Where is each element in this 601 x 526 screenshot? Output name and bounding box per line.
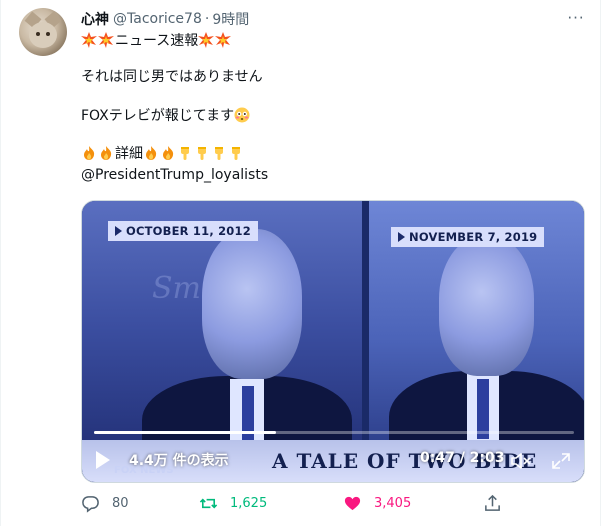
more-options-button[interactable]: ··· bbox=[567, 9, 585, 27]
heart-icon bbox=[344, 496, 361, 511]
play-icon[interactable] bbox=[96, 451, 110, 469]
reply-button[interactable]: 80 bbox=[81, 494, 129, 513]
tweet-header: 心神 @Tacorice78 · 9時間 bbox=[81, 9, 249, 29]
tweet-card[interactable]: 心神 @Tacorice78 · 9時間 ··· ニュース速報 それは同じ男では… bbox=[0, 0, 601, 526]
video-progress-bar[interactable] bbox=[94, 431, 574, 434]
like-count: 3,405 bbox=[374, 496, 412, 511]
video-player[interactable]: Sma OCTOBER 11, 2012 NOVEMBER 7, 2019 A … bbox=[81, 200, 585, 483]
video-time: 0:47 / 2:03 bbox=[420, 450, 505, 466]
mention-link[interactable]: @PresidentTrump_loyalists bbox=[81, 167, 268, 183]
tweet-line-2: それは同じ男ではありません bbox=[81, 68, 263, 87]
collision-emoji-icon bbox=[215, 32, 232, 48]
video-progress-fill bbox=[94, 431, 277, 434]
detail-text: 詳細 bbox=[115, 146, 143, 162]
user-handle[interactable]: @Tacorice78 bbox=[113, 11, 202, 27]
fire-emoji-icon bbox=[101, 146, 112, 160]
reply-icon bbox=[82, 496, 99, 513]
tweet-actions: 80 1,625 3,405 bbox=[81, 494, 591, 516]
point-down-emoji-icon bbox=[181, 147, 189, 160]
collision-emoji-icon bbox=[198, 32, 215, 48]
reply-count: 80 bbox=[112, 496, 129, 511]
share-button[interactable] bbox=[483, 494, 514, 513]
fullscreen-icon[interactable] bbox=[550, 451, 572, 471]
flushed-face-emoji-icon bbox=[234, 107, 250, 123]
fire-emoji-icon bbox=[163, 146, 174, 160]
tweet-line-4: 詳細 bbox=[81, 145, 245, 164]
point-down-emoji-icon bbox=[215, 147, 223, 160]
headline-text: ニュース速報 bbox=[115, 33, 199, 49]
collision-emoji-icon bbox=[98, 32, 114, 48]
avatar[interactable] bbox=[19, 8, 67, 56]
point-down-emoji-icon bbox=[232, 147, 240, 160]
like-button[interactable]: 3,405 bbox=[343, 494, 411, 513]
collision-emoji-icon bbox=[81, 32, 97, 48]
fire-emoji-icon bbox=[84, 146, 95, 160]
separator-dot: · bbox=[204, 11, 210, 27]
more-icon: ··· bbox=[567, 9, 585, 27]
left-date-tag: OCTOBER 11, 2012 bbox=[108, 221, 258, 241]
fire-emoji-icon bbox=[146, 146, 157, 160]
tweet-line-5: @PresidentTrump_loyalists bbox=[81, 166, 268, 185]
right-date-label: NOVEMBER 7, 2019 bbox=[409, 230, 538, 244]
retweet-button[interactable]: 1,625 bbox=[199, 494, 267, 513]
retweet-icon bbox=[199, 498, 218, 509]
tweet-text: FOXテレビが報じてます bbox=[81, 108, 235, 124]
view-count: 4.4万 件の表示 bbox=[129, 453, 229, 469]
display-name[interactable]: 心神 bbox=[81, 9, 109, 29]
tweet-line-3: FOXテレビが報じてます bbox=[81, 107, 251, 126]
left-date-label: OCTOBER 11, 2012 bbox=[126, 224, 251, 238]
share-icon bbox=[485, 494, 500, 511]
tweet-line-1: ニュース速報 bbox=[81, 32, 232, 51]
timestamp[interactable]: 9時間 bbox=[212, 9, 249, 29]
volume-muted-icon[interactable] bbox=[510, 451, 532, 471]
right-date-tag: NOVEMBER 7, 2019 bbox=[391, 227, 545, 247]
retweet-count: 1,625 bbox=[230, 496, 268, 511]
point-down-emoji-icon bbox=[198, 147, 206, 160]
tweet-text: それは同じ男ではありません bbox=[81, 69, 263, 85]
